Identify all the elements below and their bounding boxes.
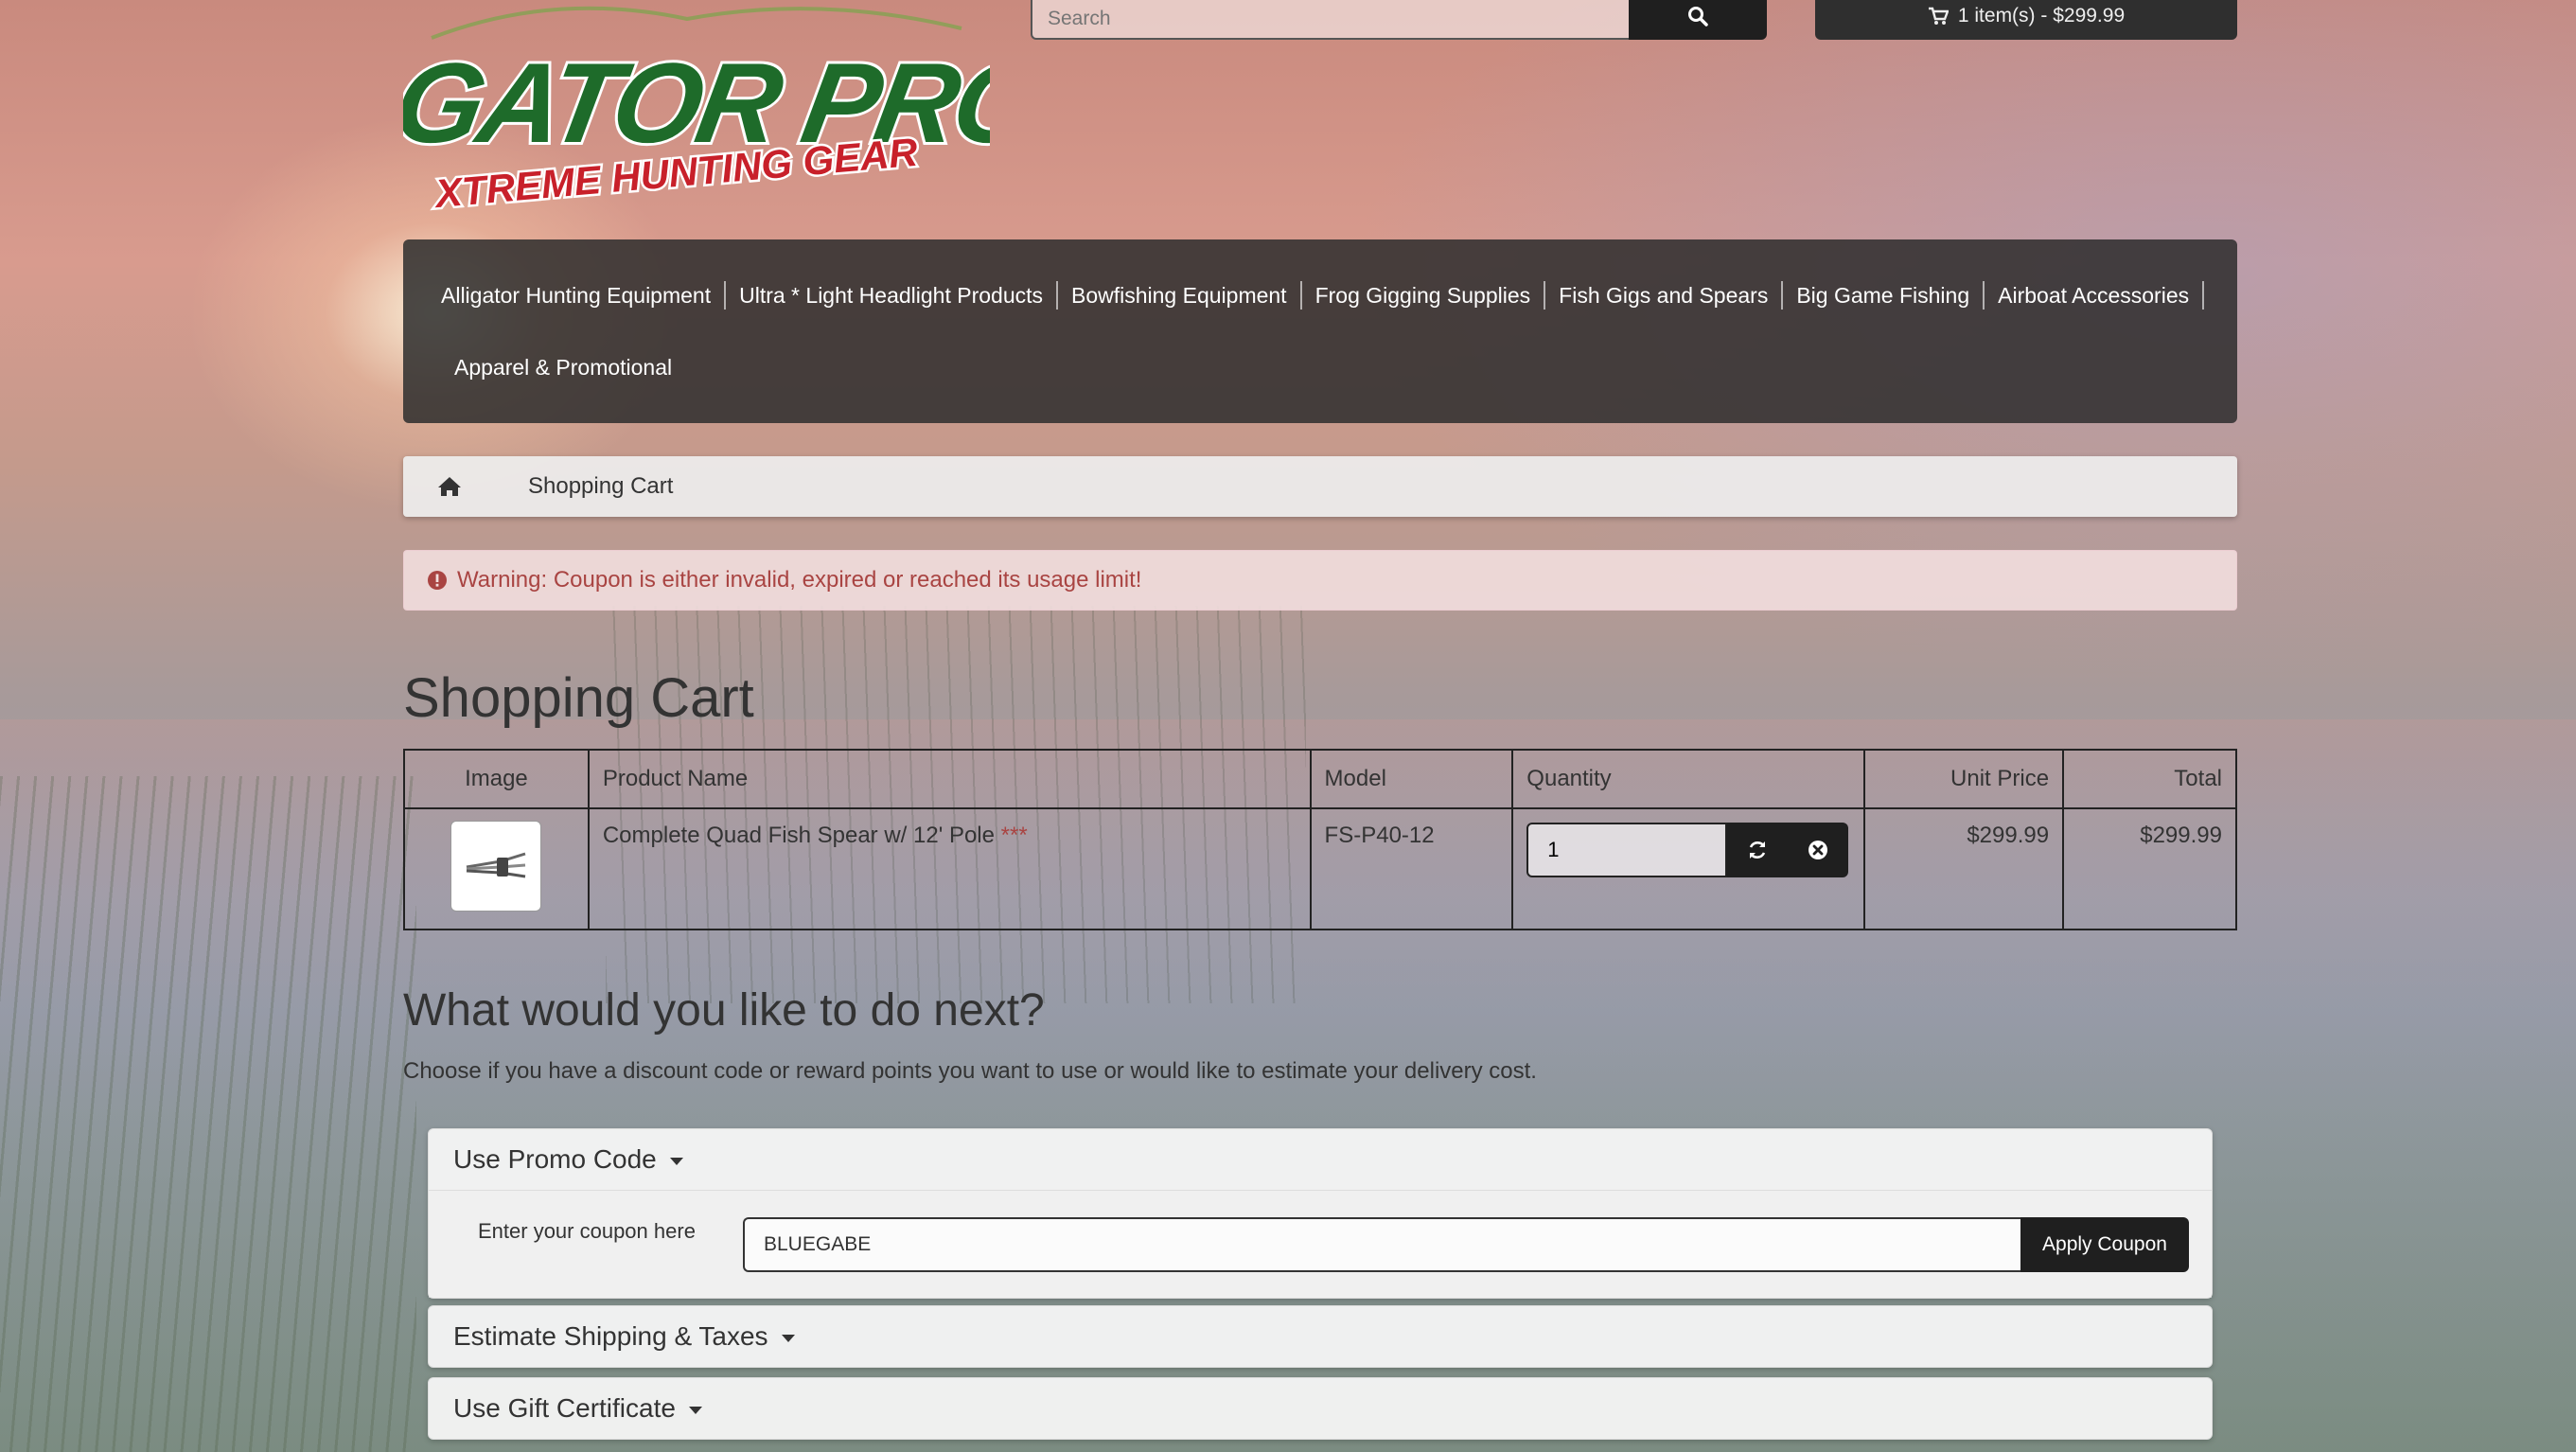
promo-code-body: Enter your coupon here Apply Coupon [429, 1190, 2212, 1298]
alert-message: Warning: Coupon is either invalid, expir… [457, 567, 1142, 593]
nav-item-fish-gigs[interactable]: Fish Gigs and Spears [1545, 281, 1784, 310]
home-icon[interactable] [437, 475, 462, 498]
main-navigation: Alligator Hunting Equipment Ultra * Ligh… [403, 239, 2237, 423]
breadcrumb: Shopping Cart [403, 456, 2237, 517]
nav-item-frog-gigging[interactable]: Frog Gigging Supplies [1302, 281, 1546, 310]
next-section-title: What would you like to do next? [403, 985, 1045, 1036]
refresh-icon [1750, 841, 1766, 859]
col-header-unit-price: Unit Price [1863, 749, 2065, 809]
stock-flag: *** [1000, 823, 1028, 848]
nav-item-alligator-hunting[interactable]: Alligator Hunting Equipment [441, 281, 727, 310]
nav-item-apparel[interactable]: Apparel & Promotional [441, 353, 685, 381]
col-header-product-name: Product Name [587, 749, 1312, 809]
nav-item-big-game-fishing[interactable]: Big Game Fishing [1783, 281, 1985, 310]
nav-item-airboat-accessories[interactable]: Airboat Accessories [1985, 281, 2205, 310]
quantity-control [1526, 823, 1850, 877]
promo-code-panel: Use Promo Code Enter your coupon here Ap… [428, 1128, 2213, 1299]
search-bar [1031, 0, 1767, 40]
nav-item-headlight-products[interactable]: Ultra * Light Headlight Products [726, 281, 1058, 310]
cart-table: Image Product Name Model Quantity Unit P… [403, 749, 2237, 930]
gator-pro-logo[interactable]: GATOR PRO XTREME HUNTING GEAR [403, 0, 990, 218]
cell-model: FS-P40-12 [1309, 807, 1514, 930]
cart-icon [1928, 7, 1949, 25]
warning-icon [428, 571, 447, 590]
gift-certificate-title: Use Gift Certificate [453, 1393, 676, 1423]
search-button[interactable] [1629, 0, 1767, 40]
col-header-image: Image [403, 749, 590, 809]
quantity-input[interactable] [1526, 823, 1728, 877]
cart-summary-text: 1 item(s) - $299.99 [1957, 5, 2126, 27]
nav-item-bowfishing[interactable]: Bowfishing Equipment [1058, 281, 1302, 310]
caret-down-icon [781, 1335, 795, 1342]
next-section-description: Choose if you have a discount code or re… [403, 1058, 1537, 1084]
search-input[interactable] [1031, 0, 1629, 40]
cart-dropdown-button[interactable]: 1 item(s) - $299.99 [1815, 0, 2237, 40]
product-thumbnail[interactable] [450, 821, 542, 912]
col-header-quantity: Quantity [1511, 749, 1866, 809]
coupon-warning-alert: Warning: Coupon is either invalid, expir… [403, 550, 2237, 611]
col-header-total: Total [2062, 749, 2237, 809]
promo-code-panel-toggle[interactable]: Use Promo Code [429, 1129, 2212, 1190]
apply-coupon-button[interactable]: Apply Coupon [2020, 1217, 2189, 1272]
estimate-shipping-panel-toggle[interactable]: Estimate Shipping & Taxes [429, 1306, 2212, 1367]
table-row: Complete Quad Fish Spear w/ 12' Pole ***… [403, 807, 2237, 930]
cell-image [403, 807, 590, 930]
search-icon [1688, 7, 1708, 27]
breadcrumb-current[interactable]: Shopping Cart [528, 473, 673, 500]
estimate-shipping-title: Estimate Shipping & Taxes [453, 1321, 768, 1351]
gift-certificate-panel: Use Gift Certificate [428, 1377, 2213, 1440]
promo-code-title: Use Promo Code [453, 1144, 657, 1174]
update-quantity-button[interactable] [1727, 823, 1789, 877]
product-name-link[interactable]: Complete Quad Fish Spear w/ 12' Pole [603, 823, 995, 848]
coupon-input[interactable] [743, 1217, 2020, 1272]
cell-unit-price: $299.99 [1863, 807, 2065, 930]
cell-product-name: Complete Quad Fish Spear w/ 12' Pole *** [587, 807, 1312, 930]
caret-down-icon [669, 1158, 683, 1165]
caret-down-icon [688, 1407, 702, 1414]
remove-icon [1808, 841, 1828, 859]
fish-spear-image [467, 852, 526, 878]
page-title: Shopping Cart [403, 667, 754, 729]
cell-total: $299.99 [2062, 807, 2237, 930]
cell-quantity [1511, 807, 1866, 930]
coupon-label: Enter your coupon here [478, 1219, 696, 1243]
remove-item-button[interactable] [1788, 823, 1849, 877]
gift-certificate-panel-toggle[interactable]: Use Gift Certificate [429, 1378, 2212, 1439]
col-header-model: Model [1309, 749, 1514, 809]
estimate-shipping-panel: Estimate Shipping & Taxes [428, 1305, 2213, 1368]
table-header-row: Image Product Name Model Quantity Unit P… [403, 749, 2237, 809]
